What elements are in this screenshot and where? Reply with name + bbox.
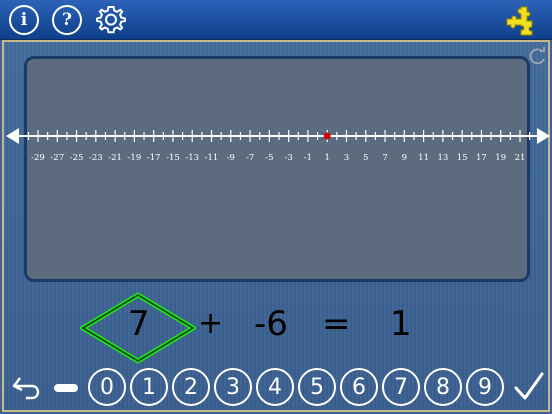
top-toolbar: i ? [0,0,552,40]
tick-label: -19 [128,153,142,163]
tick-label: -13 [185,153,199,163]
number-line[interactable]: -29 -27 -25 -23 -21 -19 -17 -15 -13 -11 -9 -7 -5 -3 -1… [4,122,552,182]
tick-label: 21 [515,153,526,163]
tick-label: -21 [108,153,122,163]
tick-labels: -29 -27 -25 -23 -21 -19 -17 -15 -13 -11 -9 -7 -5 -3 -1… [31,153,525,163]
digit-button-7[interactable]: 7 [382,368,420,406]
tick-label: -15 [166,153,180,163]
tick-label: -1 [304,153,312,163]
tick-label: -17 [147,153,161,163]
tick-label: 11 [418,153,429,163]
tick-label: -11 [205,153,219,163]
tick-label: 3 [344,153,349,163]
digit-button-5[interactable]: 5 [298,368,336,406]
tick-label: -29 [31,153,45,163]
puzzle-icon[interactable] [503,5,535,37]
digit-button-2[interactable]: 2 [172,368,210,406]
tick-label: -3 [284,153,292,163]
help-button[interactable]: ? [52,5,82,35]
info-button[interactable]: i [9,5,39,35]
check-icon[interactable] [512,370,546,404]
workspace: -29 -27 -25 -23 -21 -19 -17 -15 -13 -11 -9 -7 -5 -3 -1… [2,40,550,412]
digit-button-0[interactable]: 0 [88,368,126,406]
right-arrow-icon [537,128,550,144]
gear-icon[interactable] [94,3,128,37]
refresh-icon[interactable] [528,46,548,66]
digit-button-3[interactable]: 3 [214,368,252,406]
tick-label: 17 [476,153,487,163]
digit-button-6[interactable]: 6 [340,368,378,406]
result: 1 [390,304,412,344]
tick-label: 9 [402,153,407,163]
tick-label: -25 [70,153,84,163]
tick-label: 13 [437,153,448,163]
digit-button-1[interactable]: 1 [130,368,168,406]
tick-label: -9 [227,153,235,163]
tick-label: -5 [265,153,273,163]
tick-label: 15 [457,153,468,163]
tick-label: 1 [324,153,329,163]
left-arrow-icon [6,128,19,144]
digit-button-4[interactable]: 4 [256,368,294,406]
tick-label: 7 [382,153,387,163]
digit-button-9[interactable]: 9 [466,368,504,406]
tick-label: -27 [50,153,64,163]
undo-icon[interactable] [10,370,44,404]
digit-button-8[interactable]: 8 [424,368,462,406]
marked-point [323,132,331,140]
equals-sign: = [322,304,351,344]
operand2: -6 [254,304,288,344]
minus-icon[interactable] [54,384,78,392]
equation-row: 7 + -6 = 1 [4,292,552,364]
keypad: 0123456789 [4,364,552,412]
operator-plus: + [198,306,224,341]
operand1: 7 [128,304,150,344]
tick-label: -23 [89,153,103,163]
tick-label: 5 [363,153,368,163]
tick-label: -7 [246,153,254,163]
tick-label: 19 [495,153,506,163]
